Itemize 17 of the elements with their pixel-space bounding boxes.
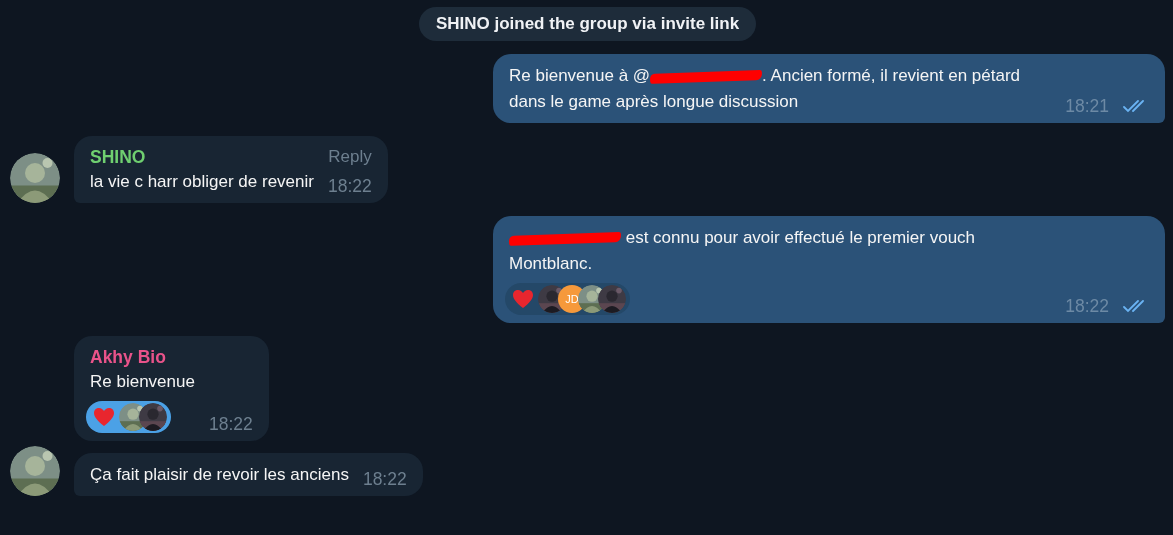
reaction-chip[interactable] <box>86 401 171 433</box>
message-text: Re bienvenue <box>90 371 195 393</box>
message-time: 18:22 <box>362 468 407 491</box>
message-text: Ça fait plaisir de revoir les anciens <box>90 464 349 486</box>
message-time: 18:22 <box>327 175 372 198</box>
service-message: SHINO joined the group via invite link <box>418 7 757 41</box>
sender-name[interactable]: SHINO <box>90 145 146 169</box>
heart-icon <box>93 407 115 427</box>
sender-name[interactable]: Akhy Bio <box>90 345 166 369</box>
message-time: 18:22 <box>208 413 253 436</box>
reply-link[interactable]: Reply <box>328 145 372 169</box>
message-text: Re bienvenue à @ . Ancien formé, il revient en pétard dans le game après longue discussion <box>509 65 1022 113</box>
message-text: la vie c harr obliger de revenir <box>90 171 314 193</box>
message-time: 18:22 <box>1065 295 1109 318</box>
heart-icon <box>512 289 534 309</box>
message-time: 18:21 <box>1065 95 1109 118</box>
message-text: est connu pour avoir effectué le premier vouch Montblanc. <box>509 227 977 275</box>
